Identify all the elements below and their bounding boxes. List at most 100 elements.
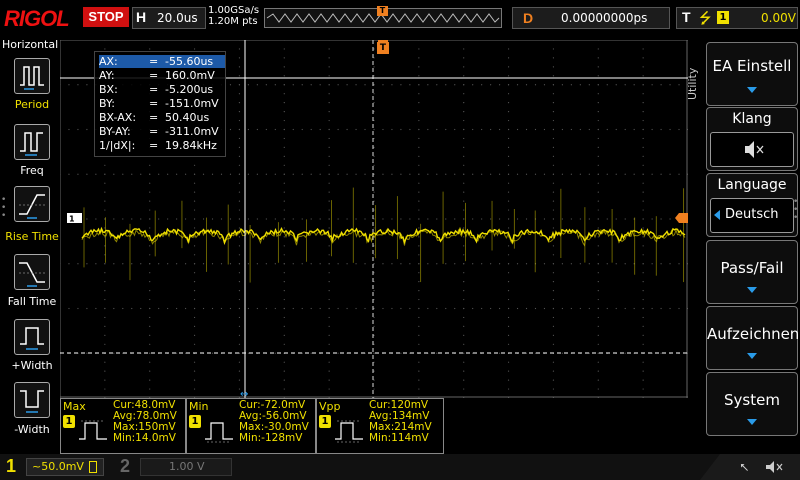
measurement-min[interactable]: Min 1 Cur:-72.0mV Avg:-56.0mV Max:-30.0m… — [186, 398, 316, 454]
measurement-max[interactable]: Max 1 Cur:48.0mV Avg:78.0mV Max:150mV Mi… — [60, 398, 186, 454]
cursor-value: -5.200us — [165, 83, 214, 96]
chevron-down-icon — [747, 287, 757, 293]
cursor-key: AY: — [99, 69, 115, 82]
delay-box[interactable]: D 0.00000000ps — [512, 7, 670, 29]
ch2-number[interactable]: 2 — [120, 456, 130, 477]
usb-icon: ⭦ — [740, 461, 748, 476]
cursor-equals: = — [149, 83, 159, 96]
aufzeichnen-label: Aufzeichnen — [707, 325, 800, 343]
rise-time-button[interactable] — [14, 186, 50, 222]
cursor-key: BX-AX: — [99, 111, 137, 124]
measure-name: Max — [63, 400, 86, 413]
cursor-equals: = — [149, 97, 159, 110]
plus-width-icon — [20, 327, 44, 350]
ch2-scale-box[interactable]: 1.00 V — [140, 458, 232, 476]
page-dots-right: • • • — [793, 197, 799, 223]
delay-value: 0.00000000ps — [561, 11, 648, 25]
measure-name: Min — [189, 400, 209, 413]
measure-channel-badge: 1 — [319, 415, 331, 428]
trigger-marker-screen[interactable]: T — [377, 42, 389, 54]
cursor-readout-table: AX: = -55.60us AY: = 160.0mV BX: = -5.200us BY: = -… — [94, 51, 226, 157]
cursor-key: BY-AY: — [99, 125, 131, 138]
cursor-value: -311.0mV — [165, 125, 219, 138]
bandwidth-limit-icon — [89, 461, 97, 473]
measurement-vpp[interactable]: Vpp 1 Cur:120mV Avg:134mV Max:214mV Min:… — [316, 398, 444, 454]
measure-values: Cur:48.0mV Avg:78.0mV Max:150mV Min:14.0… — [113, 399, 177, 444]
panel-title: Horizontal — [2, 38, 59, 51]
ch1-scale-box[interactable]: ~50.0mV — [26, 458, 104, 476]
minus-width-button[interactable] — [14, 382, 50, 418]
cursor-value: 50.40us — [165, 111, 210, 124]
period-icon — [20, 66, 44, 90]
trigger-position-marker[interactable]: T — [377, 6, 388, 16]
cursor-equals: = — [149, 69, 159, 82]
aufzeichnen-button[interactable]: Aufzeichnen — [706, 306, 800, 370]
plus-width-button[interactable] — [14, 319, 50, 355]
chevron-left-icon — [714, 210, 720, 220]
rising-edge-icon: ⭍ — [699, 9, 712, 27]
cursor-equals: = — [149, 139, 159, 152]
min-measure-icon — [205, 422, 233, 443]
cursor-key: 1/|dX|: — [99, 139, 136, 152]
language-title: Language — [717, 177, 787, 193]
max-measure-icon — [79, 420, 107, 440]
klang-button[interactable]: Klang — [706, 107, 798, 171]
minus-width-label: -Width — [14, 423, 50, 436]
cursor-equals: = — [149, 111, 159, 124]
ch1-number[interactable]: 1 — [6, 456, 16, 477]
cursor-readout-row: 1/|dX|: = 19.84kHz — [99, 139, 225, 152]
horizontal-measure-panel: Horizontal Period Freq • • • Rise Time Fal… — [0, 36, 59, 440]
cursor-equals: = — [149, 55, 159, 68]
measure-values: Cur:-72.0mV Avg:-56.0mV Max:-30.0mV Min:… — [239, 399, 309, 444]
ch2-scale: 1.00 V — [169, 460, 205, 473]
cursor-key: AX: — [99, 55, 118, 68]
speaker-muted-icon — [745, 141, 764, 158]
system-label: System — [724, 391, 780, 409]
plus-width-label: +Width — [11, 359, 53, 372]
cursor-readout-row: BX-AX: = 50.40us — [99, 111, 225, 124]
fall-time-icon — [19, 262, 45, 287]
minus-width-icon — [20, 390, 44, 413]
freq-label: Freq — [20, 164, 44, 177]
cursor-key: BY: — [99, 97, 115, 110]
sample-rate: 1.00GSa/s — [208, 5, 260, 16]
channel-status-bar: 1 ~50.0mV 2 1.00 V ⭦ — [0, 454, 800, 480]
ea-einstell-label: EA Einstell — [712, 57, 792, 75]
system-button[interactable]: System — [706, 372, 798, 436]
measure-channel-badge: 1 — [63, 415, 75, 428]
language-value: Deutsch — [725, 207, 779, 222]
language-value-box: Deutsch — [710, 198, 794, 233]
memory-depth: 1.20M pts — [208, 16, 258, 27]
trigger-label: T — [682, 9, 691, 25]
cursor-a-arrow-icon: ↔ — [240, 389, 248, 398]
pass-fail-label: Pass/Fail — [720, 259, 784, 277]
utility-menu-tab: Utility — [686, 67, 699, 100]
period-button[interactable] — [14, 58, 50, 94]
trigger-box[interactable]: T ⭍ 1 0.00V — [676, 7, 798, 29]
pass-fail-button[interactable]: Pass/Fail — [706, 240, 798, 304]
rigol-logo: RIGOL — [4, 6, 70, 31]
language-button[interactable]: Language Deutsch — [706, 173, 798, 237]
cursor-readout-row: BY: = -151.0mV — [99, 97, 225, 110]
fall-time-label: Fall Time — [7, 295, 57, 308]
cursor-value: -151.0mV — [165, 97, 219, 110]
klang-value-box — [710, 132, 794, 167]
cursor-readout-row: AY: = 160.0mV — [99, 69, 225, 82]
period-label: Period — [14, 98, 50, 111]
page-dots-left: • • • — [1, 195, 7, 221]
measure-channel-badge: 1 — [189, 415, 201, 428]
run-stop-indicator[interactable]: STOP — [83, 7, 129, 27]
cursor-readout-row: AX: = -55.60us — [99, 55, 225, 68]
chevron-down-icon — [747, 87, 757, 93]
ea-einstell-button[interactable]: EA Einstell — [706, 42, 798, 106]
cursor-equals: = — [149, 125, 159, 138]
freq-button[interactable] — [14, 124, 50, 160]
chevron-down-icon — [747, 353, 757, 359]
trigger-level: 0.00V — [761, 11, 796, 25]
measure-values: Cur:120mV Avg:134mV Max:214mV Min:114mV — [369, 399, 432, 444]
timebase-box[interactable]: H 20.0us — [132, 7, 206, 29]
vpp-measure-icon — [335, 420, 363, 443]
cursor-key: BX: — [99, 83, 118, 96]
cursor-readout-row: BX: = -5.200us — [99, 83, 225, 96]
fall-time-button[interactable] — [14, 254, 50, 290]
